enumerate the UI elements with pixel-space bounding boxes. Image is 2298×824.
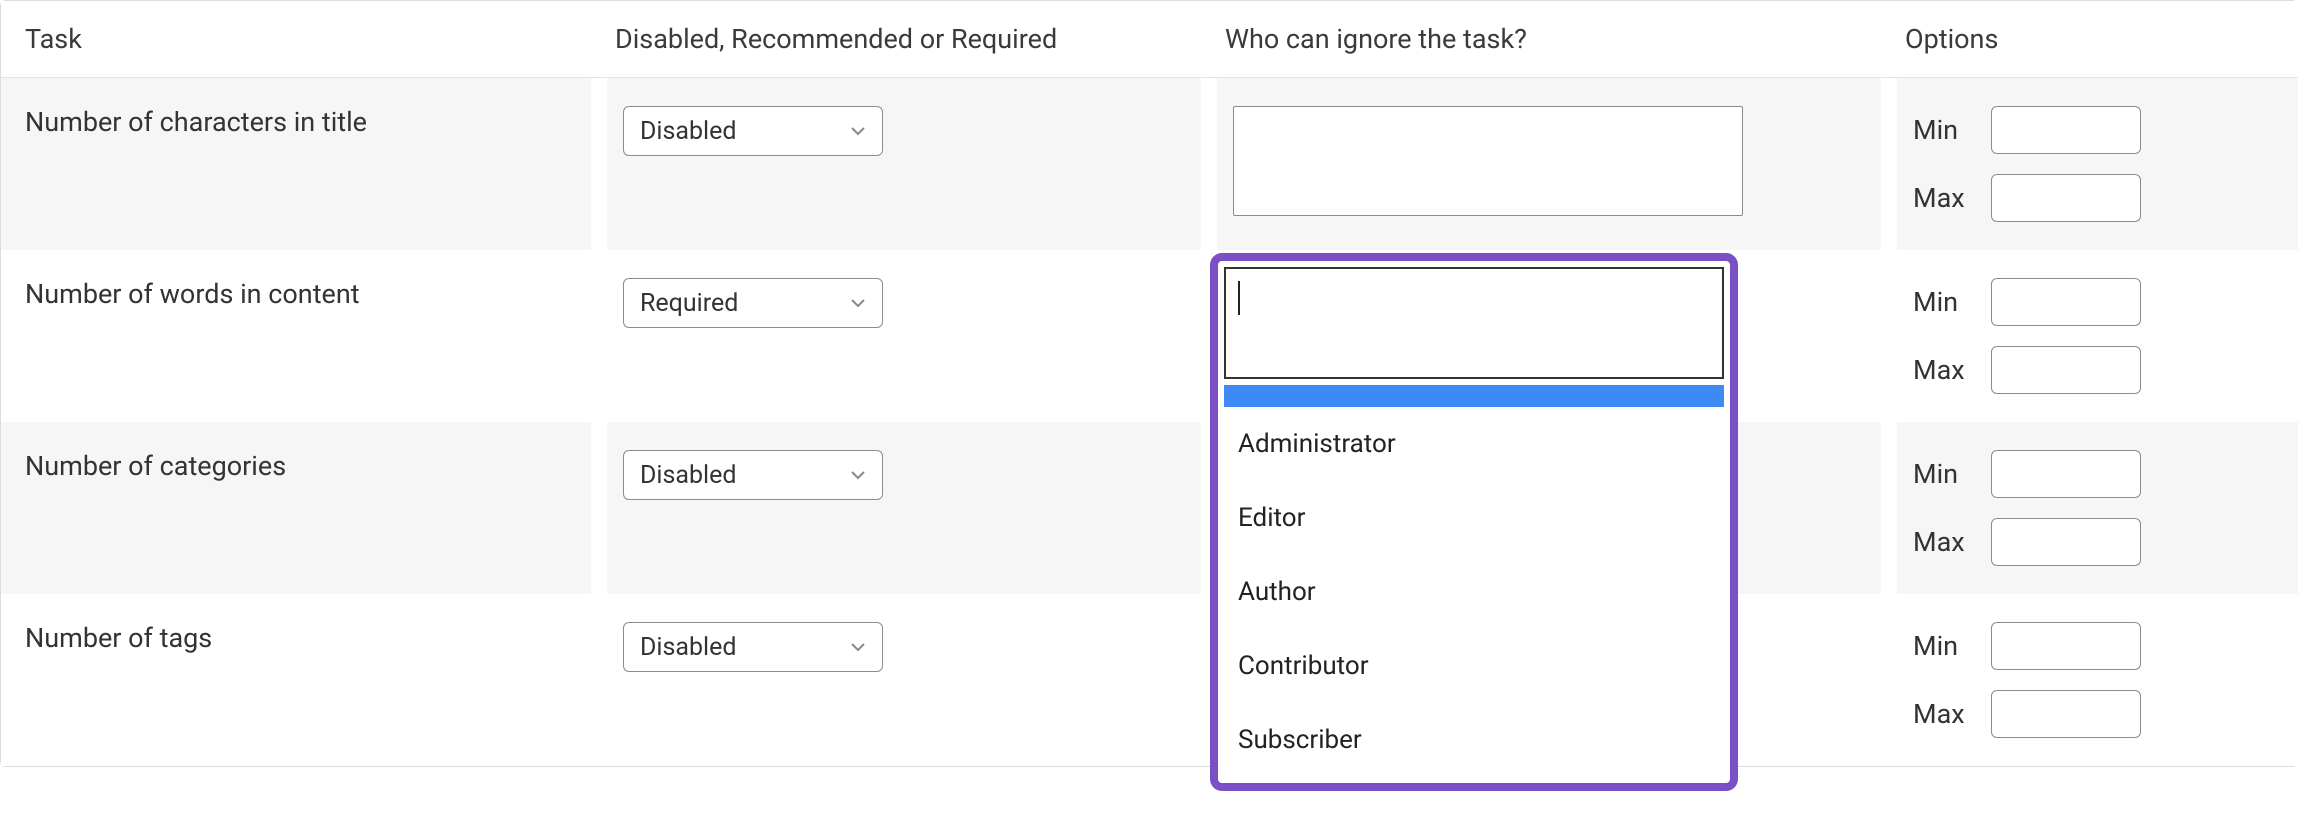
- status-select[interactable]: Disabled: [623, 450, 883, 500]
- min-label: Min: [1913, 458, 1973, 490]
- who-ignore-option[interactable]: Editor: [1224, 481, 1724, 555]
- min-input[interactable]: [1991, 622, 2141, 670]
- dropdown-highlight: [1224, 385, 1724, 407]
- header-task: Task: [1, 1, 591, 78]
- max-label: Max: [1913, 526, 1973, 558]
- status-select[interactable]: Disabled: [623, 106, 883, 156]
- minmax-group: Min Max: [1913, 450, 2275, 566]
- min-input[interactable]: [1991, 278, 2141, 326]
- min-label: Min: [1913, 630, 1973, 662]
- header-options: Options: [1881, 1, 2298, 78]
- who-ignore-options-list: AdministratorEditorAuthorContributorSubs…: [1224, 385, 1724, 777]
- who-ignore-option[interactable]: Administrator: [1224, 407, 1724, 481]
- max-label: Max: [1913, 182, 1973, 214]
- chevron-down-icon: [848, 293, 868, 313]
- text-caret: [1238, 281, 1240, 315]
- who-ignore-field[interactable]: [1233, 106, 1743, 216]
- who-ignore-dropdown[interactable]: AdministratorEditorAuthorContributorSubs…: [1210, 253, 1738, 791]
- status-select[interactable]: Disabled: [623, 622, 883, 672]
- settings-table: Task Disabled, Recommended or Required W…: [1, 1, 2298, 766]
- max-input[interactable]: [1991, 690, 2141, 738]
- minmax-group: Min Max: [1913, 278, 2275, 394]
- settings-table-wrap: Task Disabled, Recommended or Required W…: [0, 0, 2298, 767]
- who-ignore-option[interactable]: Contributor: [1224, 629, 1724, 703]
- status-select[interactable]: Required: [623, 278, 883, 328]
- status-select-value: Disabled: [640, 633, 736, 662]
- header-row: Task Disabled, Recommended or Required W…: [1, 1, 2298, 78]
- status-select-value: Disabled: [640, 461, 736, 490]
- table-row: Number of categories Disabled Min: [1, 422, 2298, 594]
- max-label: Max: [1913, 354, 1973, 386]
- who-ignore-option[interactable]: Subscriber: [1224, 703, 1724, 777]
- header-who: Who can ignore the task?: [1201, 1, 1881, 78]
- status-select-value: Required: [640, 289, 738, 318]
- who-ignore-option[interactable]: Author: [1224, 555, 1724, 629]
- table-row: Number of words in content Required Min: [1, 250, 2298, 422]
- chevron-down-icon: [848, 465, 868, 485]
- task-label: Number of words in content: [1, 250, 591, 422]
- max-input[interactable]: [1991, 346, 2141, 394]
- chevron-down-icon: [848, 637, 868, 657]
- max-input[interactable]: [1991, 518, 2141, 566]
- table-row: Number of tags Disabled Min: [1, 594, 2298, 766]
- min-input[interactable]: [1991, 106, 2141, 154]
- task-label: Number of tags: [1, 594, 591, 766]
- max-input[interactable]: [1991, 174, 2141, 222]
- table-row: Number of characters in title Disabled M…: [1, 78, 2298, 250]
- task-label: Number of categories: [1, 422, 591, 594]
- min-label: Min: [1913, 286, 1973, 318]
- max-label: Max: [1913, 698, 1973, 730]
- minmax-group: Min Max: [1913, 106, 2275, 222]
- status-select-value: Disabled: [640, 117, 736, 146]
- who-ignore-search-input[interactable]: [1224, 267, 1724, 379]
- minmax-group: Min Max: [1913, 622, 2275, 738]
- min-input[interactable]: [1991, 450, 2141, 498]
- header-status: Disabled, Recommended or Required: [591, 1, 1201, 78]
- min-label: Min: [1913, 114, 1973, 146]
- chevron-down-icon: [848, 121, 868, 141]
- task-label: Number of characters in title: [1, 78, 591, 250]
